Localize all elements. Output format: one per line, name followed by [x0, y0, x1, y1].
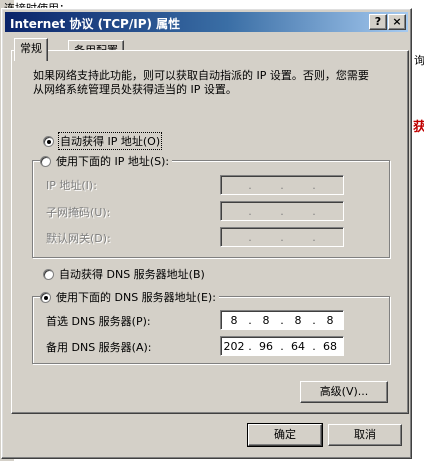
ip-address-label: IP 地址(I):: [46, 179, 97, 192]
ip-address-input[interactable]: ...: [220, 175, 344, 195]
radio-auto-ip[interactable]: 自动获得 IP 地址(O): [43, 132, 165, 150]
advanced-button[interactable]: 高级(V)...: [300, 381, 388, 403]
alternate-dns-label: 备用 DNS 服务器(A):: [46, 341, 152, 354]
radio-button-checked[interactable]: [40, 291, 51, 303]
cancel-button[interactable]: 取消: [328, 424, 402, 446]
tab-general[interactable]: 常规: [14, 38, 48, 61]
background-text: 询: [414, 54, 424, 67]
help-button[interactable]: ?: [369, 14, 387, 30]
subnet-mask-label: 子网掩码(U):: [46, 206, 111, 219]
subnet-mask-input[interactable]: ...: [220, 201, 344, 221]
title-bar[interactable]: Internet 协议 (TCP/IP) 属性 ? ×: [5, 12, 408, 32]
alternate-dns-input[interactable]: 202. 96. 64. 68: [220, 336, 344, 356]
dialog-title: Internet 协议 (TCP/IP) 属性: [10, 17, 181, 31]
description-text: 如果网络支持此功能，则可以获取自动指派的 IP 设置。否则，您需要从网络系统管理…: [33, 69, 369, 96]
ok-button[interactable]: 确定: [247, 423, 323, 447]
radio-button-checked[interactable]: [43, 135, 54, 147]
background-text: 获: [413, 120, 424, 135]
default-gateway-label: 默认网关(D):: [46, 232, 111, 245]
radio-manual-dns[interactable]: 使用下面的 DNS 服务器地址(E):: [40, 289, 219, 305]
close-button[interactable]: ×: [388, 14, 406, 30]
radio-manual-ip[interactable]: 使用下面的 IP 地址(S):: [40, 153, 173, 169]
radio-button[interactable]: [40, 155, 51, 167]
preferred-dns-label: 首选 DNS 服务器(P):: [46, 315, 151, 328]
preferred-dns-input[interactable]: 8.8.8.8: [220, 310, 344, 330]
radio-button[interactable]: [43, 268, 54, 280]
radio-auto-dns[interactable]: 自动获得 DNS 服务器地址(B): [43, 266, 208, 282]
default-gateway-input[interactable]: ...: [220, 227, 344, 247]
